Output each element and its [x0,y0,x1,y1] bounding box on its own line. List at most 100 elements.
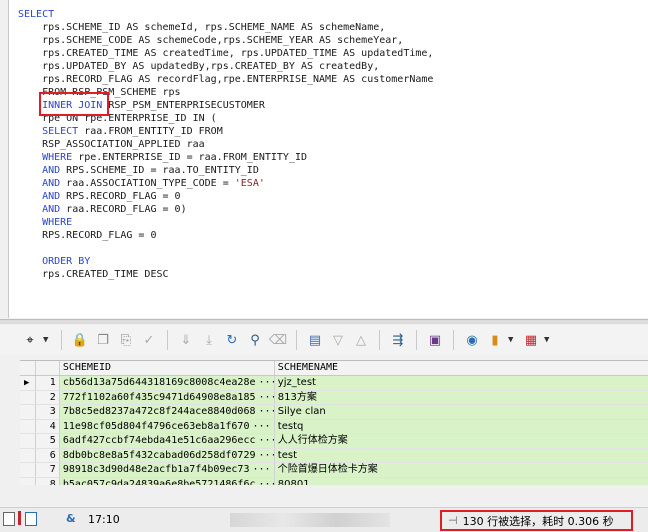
sql-text: rpe.ENTERPRISE_ID = raa.FROM_ENTITY_ID [72,152,307,163]
cell-schemename[interactable]: yjz_test [274,376,648,390]
cell-schemeid[interactable]: cb56d13a75d644318169c8008c4ea28e ··· [59,376,275,390]
cell-expand-button[interactable]: ··· [258,377,273,388]
sql-code[interactable]: SELECT rps.SCHEME_ID AS schemeId, rps.SC… [18,8,433,281]
table-row[interactable]: 3 7b8c5ed8237a472c8f244ace8840d068 ··· Sily… [20,405,648,420]
column-header-schemename[interactable]: SCHEMENAME [275,361,648,375]
row-indicator[interactable] [20,477,36,485]
sql-keyword: AND [18,191,61,202]
cell-schemename[interactable]: testq [274,419,648,433]
cell-schemename[interactable]: 人人行体检方案 [274,434,648,448]
lock-icon[interactable]: 🔒 [70,330,90,350]
table-row[interactable]: ▶ 1 cb56d13a75d644318169c8008c4ea28e ··· yjz… [20,376,648,391]
cell-expand-button[interactable]: ··· [258,406,273,417]
row-indicator[interactable] [20,390,36,404]
header-rownum [36,361,60,375]
arrow-down-icon[interactable]: ⇓ [176,330,196,350]
filter-icon[interactable]: ▽ [328,330,348,350]
row-number: 5 [35,434,60,448]
sql-line: rps.UPDATED_BY AS updatedBy,rps.CREATED_… [18,60,433,73]
sql-keyword: WHERE [18,217,73,228]
table-row[interactable]: 4 11e98cf05d804f4796ce63eb8a1f670 ··· testq [20,419,648,434]
cell-schemename[interactable]: test [274,448,648,462]
results-toolbar: ⌖ ▼ 🔒 ❐ ⎘ ✓ ⇓ ⤓ ↻ ⚲ ⌫ ▤ ▽ △ ⇶ ▣ ◉ ▮ ▼ ▦ ▼ [0,325,648,355]
cell-expand-button[interactable]: ··· [258,435,273,446]
sql-text: raa.RECORD_FLAG = 0) [60,204,187,215]
column-header-schemeid[interactable]: SCHEMEID [60,361,275,375]
cell-schemeid-text: b5ac057c9da24839a6e8be5721486f6c [62,478,256,486]
chevron-down-icon[interactable]: ▼ [508,335,518,345]
refresh-icon[interactable]: ↻ [222,330,242,350]
cell-schemeid[interactable]: 7b8c5ed8237a472c8f244ace8840d068 ··· [59,405,275,419]
cell-expand-button[interactable]: ··· [258,479,273,486]
table-row[interactable]: 5 6adf427ccbf74ebda41e51c6aa296ecc ··· 人人行体… [20,434,648,449]
cell-schemename[interactable]: 个险首爆日体检卡方案 [274,463,648,477]
toolbar-separator [416,330,417,350]
status-toggle-icon[interactable] [18,511,21,525]
cell-schemeid[interactable]: b5ac057c9da24839a6e8be5721486f6c ··· [59,477,275,486]
save-icon[interactable]: ▣ [425,330,445,350]
sql-editor[interactable]: SELECT rps.SCHEME_ID AS schemeId, rps.SC… [8,0,648,318]
cell-schemeid[interactable]: 6adf427ccbf74ebda41e51c6aa296ecc ··· [59,434,275,448]
cell-schemeid-text: 8db0bc8e8a5f432cabad06d258df0729 [62,449,256,461]
cell-expand-button[interactable]: ··· [252,421,270,432]
row-indicator[interactable] [20,405,36,419]
user-icon[interactable]: ◉ [462,330,482,350]
row-indicator[interactable]: ▶ [20,376,36,390]
table-row[interactable]: 6 8db0bc8e8a5f432cabad06d258df0729 ··· test [20,448,648,463]
row-number: 4 [35,419,60,433]
paste-icon[interactable]: ⎘ [116,330,136,350]
row-number: 2 [35,390,60,404]
toolbar-separator [296,330,297,350]
status-result-box: ⊣ 130 行被选择，耗时 0.306 秒 [440,510,633,531]
table-row[interactable]: 7 98918c3d90d48e2acfb1a7f4b09ec73 ··· 个险首爆日… [20,463,648,478]
row-indicator[interactable] [20,419,36,433]
sql-text: raa.FROM_ENTITY_ID FROM [78,126,223,137]
cell-expand-button[interactable]: ··· [258,392,273,403]
chart-icon[interactable]: ▮ [485,330,505,350]
cell-schemeid[interactable]: 98918c3d90d48e2acfb1a7f4b09ec73 ··· [59,463,275,477]
sql-keyword: ORDER BY [18,256,91,267]
grid-header: SCHEMEID SCHEMENAME [20,361,648,376]
cell-expand-button[interactable]: ··· [252,464,270,475]
status-square-icon [3,512,15,526]
cell-schemename[interactable]: Silye clan [274,405,648,419]
check-icon[interactable]: ✓ [139,330,159,350]
sql-keyword: AND [18,178,61,189]
tree-icon[interactable]: ⇶ [388,330,408,350]
cell-schemeid-text: 772f1102a60f435c9471d64908e8a185 [62,391,256,403]
pin-icon[interactable]: ⌖ [20,330,40,350]
filter-up-icon[interactable]: △ [351,330,371,350]
cell-schemename[interactable]: 813方案 [274,390,648,404]
sql-line: AND raa.RECORD_FLAG = 0) [18,203,433,216]
results-grid[interactable]: SCHEMEID SCHEMENAME ▶ 1 cb56d13a75d6443181… [20,360,648,485]
row-indicator[interactable] [20,463,36,477]
arrow-down-end-icon[interactable]: ⤓ [199,330,219,350]
find-icon[interactable]: ⚲ [245,330,265,350]
cell-schemename-text: 813方案 [277,391,317,403]
table-row[interactable]: 8 b5ac057c9da24839a6e8be5721486f6c ··· 8080… [20,477,648,486]
chevron-down-icon[interactable]: ▼ [544,335,554,345]
toolbar-separator [61,330,62,350]
copy-icon[interactable]: ❐ [93,330,113,350]
cell-schemeid[interactable]: 11e98cf05d804f4796ce63eb8a1f670 ··· [59,419,275,433]
pane-splitter[interactable] [0,319,648,324]
cell-schemeid[interactable]: 8db0bc8e8a5f432cabad06d258df0729 ··· [59,448,275,462]
sql-line: SELECT raa.FROM_ENTITY_ID FROM [18,125,433,138]
eraser-icon[interactable]: ⌫ [268,330,288,350]
cell-schemename[interactable]: 80801 [274,477,648,485]
row-number: 7 [35,463,60,477]
toolbar-separator [167,330,168,350]
cell-schemeid[interactable]: 772f1102a60f435c9471d64908e8a185 ··· [59,390,275,404]
sql-string: 'ESA' [234,178,265,189]
form-icon[interactable]: ▤ [305,330,325,350]
table-icon[interactable]: ▦ [521,330,541,350]
cell-schemeid-text: cb56d13a75d644318169c8008c4ea28e [62,377,256,388]
cell-schemename-text: test [277,449,298,461]
row-indicator[interactable] [20,434,36,448]
cell-expand-button[interactable]: ··· [258,450,273,461]
chevron-down-icon[interactable]: ▼ [43,335,53,345]
table-row[interactable]: 2 772f1102a60f435c9471d64908e8a185 ··· 813方… [20,390,648,405]
row-indicator[interactable] [20,448,36,462]
cell-schemeid-text: 6adf427ccbf74ebda41e51c6aa296ecc [62,435,256,446]
header-indicator [20,361,36,375]
